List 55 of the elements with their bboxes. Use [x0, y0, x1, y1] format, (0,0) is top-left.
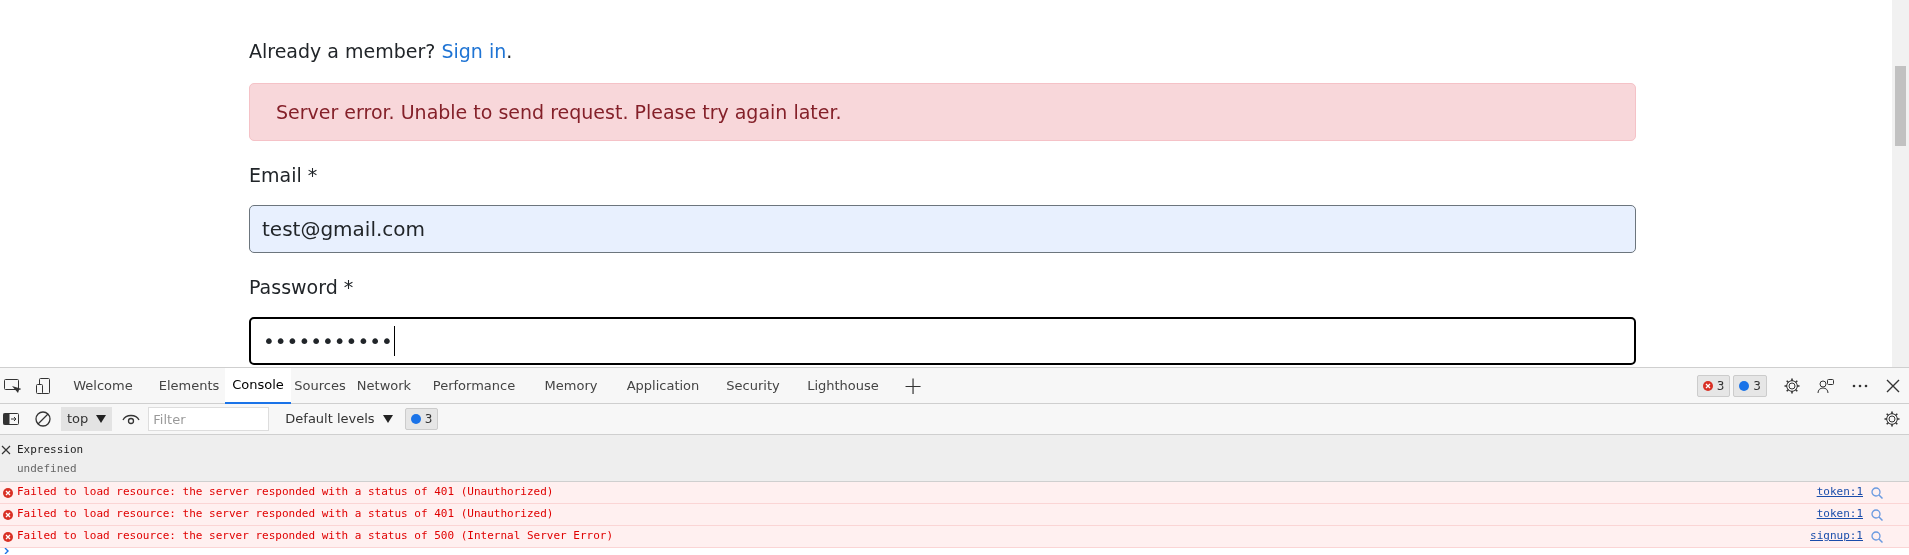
caret-icon[interactable] — [382, 415, 393, 423]
devtools-tab[interactable]: Elements — [153, 367, 225, 404]
prompt-icon[interactable] — [3, 548, 11, 554]
sign-in-link[interactable]: Sign in — [441, 40, 507, 62]
source-link[interactable]: token:1 — [1816, 484, 1863, 501]
settings-icon[interactable] — [1783, 376, 1801, 395]
search-icon[interactable] — [1871, 486, 1883, 499]
device-icon[interactable] — [35, 376, 53, 395]
error-icon[interactable] — [1702, 380, 1713, 391]
devtools-tab[interactable]: Lighthouse — [793, 367, 893, 404]
search-icon[interactable] — [1871, 508, 1883, 521]
error-icon[interactable] — [3, 509, 13, 520]
scrollbar[interactable] — [1892, 0, 1909, 367]
devtools-tab[interactable]: Sources — [291, 367, 349, 404]
search-icon[interactable] — [1871, 530, 1883, 543]
people-icon[interactable] — [1817, 376, 1835, 395]
member-prompt: Already a member? Sign in. — [249, 39, 514, 64]
devtools-tab[interactable]: Application — [613, 367, 713, 404]
expression-label: Expression — [17, 442, 84, 458]
caret-icon[interactable] — [96, 415, 107, 423]
devtools-tab[interactable]: Security — [713, 367, 793, 404]
context-dropdown[interactable]: top — [61, 407, 113, 431]
expression-value: undefined — [17, 461, 77, 477]
source-link[interactable]: signup:1 — [1810, 528, 1863, 545]
devtools-tab[interactable]: Network — [349, 367, 419, 404]
error-icon[interactable] — [3, 531, 13, 542]
error-alert: Server error. Unable to send request. Please try again later. — [249, 83, 1636, 141]
message-icon[interactable] — [410, 414, 421, 424]
message-count-badge[interactable]: 3 — [404, 408, 439, 430]
message-icon[interactable] — [1739, 380, 1750, 391]
devtools-tab[interactable]: Welcome — [53, 367, 153, 404]
source-link[interactable]: token:1 — [1816, 506, 1863, 523]
error-message: Failed to load resource: the server responded with a status of 500 (Internal Server Error) — [17, 528, 614, 545]
inspect-icon[interactable] — [3, 376, 21, 395]
add-tab-button[interactable]: + — [903, 373, 924, 398]
devtools-tab[interactable]: Memory — [529, 367, 613, 404]
settings-icon[interactable] — [1883, 410, 1901, 428]
levels-dropdown[interactable]: Default levels — [279, 407, 399, 431]
error-message: Failed to load resource: the server responded with a status of 401 (Unauthorized) — [17, 484, 554, 501]
message-count-badge[interactable]: 3 — [1733, 374, 1767, 397]
field-label: Email * — [249, 163, 319, 188]
filter-field[interactable]: Filter — [148, 407, 270, 431]
field-label: Password * — [249, 275, 355, 300]
sidebar-icon[interactable] — [2, 410, 20, 428]
devtools-tab[interactable]: Console — [225, 367, 291, 404]
devtools-tab[interactable]: Performance — [419, 367, 529, 404]
error-icon[interactable] — [3, 487, 13, 498]
eye-icon[interactable] — [122, 412, 141, 426]
close-icon[interactable] — [1, 445, 11, 455]
error-message: Failed to load resource: the server responded with a status of 401 (Unauthorized) — [17, 506, 554, 523]
input-field[interactable]: test@gmail.com — [249, 205, 1636, 253]
close-icon[interactable] — [1885, 377, 1901, 394]
error-count-badge[interactable]: 3 — [1696, 374, 1731, 397]
clear-icon[interactable] — [34, 410, 52, 428]
input-field[interactable]: ••••••••••• — [249, 317, 1636, 365]
